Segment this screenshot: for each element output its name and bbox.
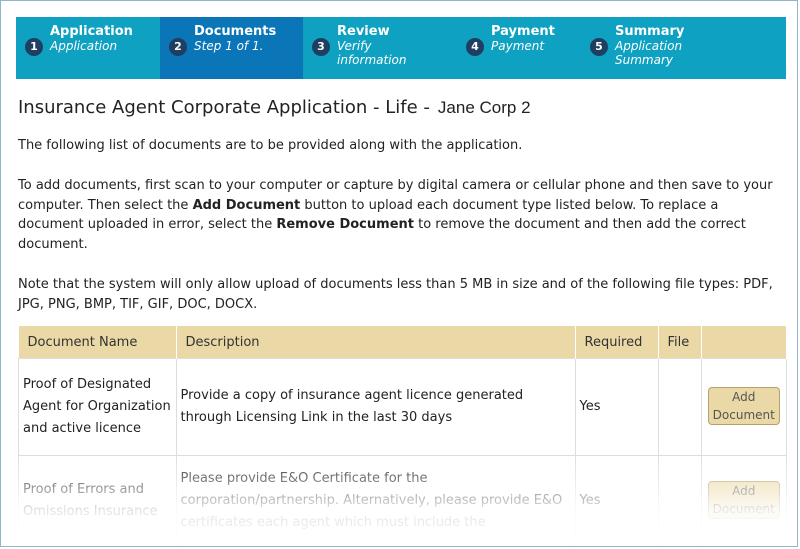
file-cell xyxy=(657,455,702,546)
step-review[interactable]: 3 Review Verify information xyxy=(303,17,457,79)
table-row: Proof of Designated Agent for Organizati… xyxy=(18,358,787,456)
action-cell: Add Document xyxy=(700,358,787,456)
action-cell: Add Document xyxy=(700,455,787,546)
step-number: 1 xyxy=(25,38,43,56)
step-subtitle: Step 1 of 1. xyxy=(194,39,264,53)
application-window: 1 Application Application 2 Documents St… xyxy=(0,0,798,547)
page-title: Insurance Agent Corporate Application - … xyxy=(18,97,531,118)
document-name-cell: Proof of Errors and Omissions Insurance xyxy=(18,455,177,546)
step-subtitle: Payment xyxy=(491,39,545,53)
step-subtitle: Verify information xyxy=(337,39,407,67)
progress-stepper: 1 Application Application 2 Documents St… xyxy=(16,17,786,79)
step-number: 4 xyxy=(466,38,484,56)
step-title: Payment xyxy=(491,24,555,39)
step-number: 5 xyxy=(590,38,608,56)
intro-text: The following list of documents are to b… xyxy=(18,138,523,153)
required-cell: Yes xyxy=(574,358,659,456)
add-document-button[interactable]: Add Document xyxy=(707,387,780,425)
column-header-file: File xyxy=(658,326,702,359)
table-header-row: Document Name Description Required File xyxy=(18,326,787,359)
table-row: Proof of Errors and Omissions Insurance … xyxy=(18,455,787,546)
column-header-required: Required xyxy=(575,326,659,359)
step-summary[interactable]: 5 Summary Application Summary xyxy=(581,17,786,79)
description-cell: Provide a copy of insurance agent licenc… xyxy=(175,358,576,456)
application-title: Insurance Agent Corporate Application - … xyxy=(18,97,430,118)
documents-table: Document Name Description Required File … xyxy=(18,326,787,546)
file-size-note: Note that the system will only allow upl… xyxy=(18,277,773,312)
column-header-actions xyxy=(701,326,787,359)
step-title: Application xyxy=(50,24,133,39)
document-name-cell: Proof of Designated Agent for Organizati… xyxy=(18,358,177,456)
instructions-text: To add documents, first scan to your com… xyxy=(18,176,788,254)
column-header-description: Description xyxy=(176,326,576,359)
required-cell: Yes xyxy=(574,455,659,546)
add-document-button[interactable]: Add Document xyxy=(707,480,780,519)
step-number: 2 xyxy=(169,38,187,56)
step-subtitle: Application xyxy=(50,39,118,53)
add-document-emphasis: Add Document xyxy=(192,197,301,213)
step-application[interactable]: 1 Application Application xyxy=(16,17,160,79)
step-title: Documents xyxy=(194,24,277,39)
step-documents[interactable]: 2 Documents Step 1 of 1. xyxy=(160,17,303,79)
step-title: Summary xyxy=(615,24,685,39)
remove-document-emphasis: Remove Document xyxy=(276,217,414,232)
step-title: Review xyxy=(337,24,390,39)
file-cell xyxy=(657,358,702,456)
agent-name: Jane Corp 2 xyxy=(437,98,531,117)
column-header-document-name: Document Name xyxy=(18,326,177,359)
step-number: 3 xyxy=(312,38,330,56)
description-cell: Please provide E&O Certificate for the c… xyxy=(175,455,576,546)
step-subtitle: Application Summary xyxy=(615,39,683,67)
step-payment[interactable]: 4 Payment Payment xyxy=(457,17,581,79)
